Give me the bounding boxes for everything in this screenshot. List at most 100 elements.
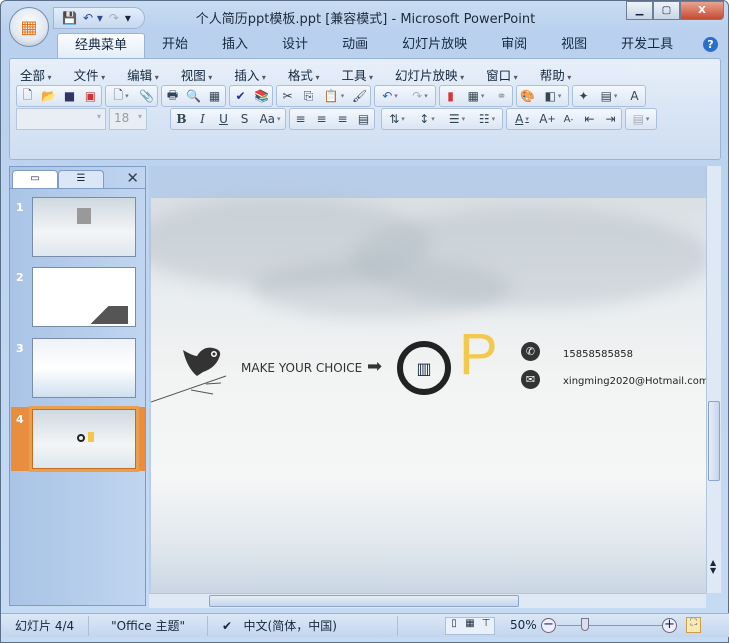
format-painter-icon[interactable]: 🖌 <box>349 86 370 106</box>
slide-canvas[interactable]: MAKE YOUR CHOICE ➡ ▥ P ✆ ✉ 15858585858 x… <box>149 198 706 593</box>
slide-sorter-icon[interactable]: ▦ <box>462 618 478 634</box>
table-icon[interactable]: ▦ <box>461 86 491 106</box>
powerpoint-window: ▦ 💾 ↶ ▾ ↷ ▾ 个人简历ppt模板.ppt [兼容模式] - Micro… <box>0 0 729 643</box>
italic-button[interactable]: I <box>192 109 213 129</box>
font-color-icon[interactable]: A <box>507 109 537 129</box>
zoom-slider-thumb[interactable] <box>581 618 589 631</box>
save-icon[interactable]: ■ <box>59 86 80 106</box>
line-spacing-icon[interactable]: ↕ <box>412 109 442 129</box>
tab-review[interactable]: 审阅 <box>484 33 544 59</box>
hyperlink-icon[interactable]: ⚭ <box>491 86 512 106</box>
align-left-button[interactable]: ≡ <box>290 109 311 129</box>
change-case-button[interactable]: Aa <box>255 109 285 129</box>
new-icon[interactable]: 🗋 <box>17 86 38 106</box>
slide-number: 2 <box>16 271 24 284</box>
permission-icon[interactable]: 🗋 <box>106 86 136 106</box>
menu-tools[interactable]: 工具 <box>341 65 373 84</box>
formatting-toolbar: 18 B I U S Aa ≡ ≡ ≡ ▤ ⇅ ↕ ☰ ☷ A A+ A- ⇤ … <box>16 108 657 130</box>
undo-icon[interactable]: ↶ <box>375 86 405 106</box>
help-icon[interactable]: ? <box>703 37 718 52</box>
tab-slideshow[interactable]: 幻灯片放映 <box>385 33 484 59</box>
attach-icon[interactable]: 📎 <box>136 86 157 106</box>
zoom-in-icon[interactable]: + <box>662 618 677 633</box>
spelling-icon[interactable]: ✔ <box>230 86 251 106</box>
align-center-button[interactable]: ≡ <box>311 109 332 129</box>
shrink-font-icon[interactable]: A- <box>558 109 579 129</box>
office-button[interactable]: ▦ <box>9 7 49 47</box>
color-scheme-icon[interactable]: 🎨 <box>517 86 538 106</box>
tab-classic-menu[interactable]: 经典菜单 <box>57 33 146 59</box>
outline-tab[interactable]: ☰ <box>58 170 104 188</box>
font-name-combo[interactable] <box>16 108 106 130</box>
print-preview-icon[interactable]: 🔍 <box>183 86 204 106</box>
tab-home[interactable]: 开始 <box>145 33 205 59</box>
menu-file[interactable]: 文件 <box>74 65 106 84</box>
underline-button[interactable]: U <box>213 109 234 129</box>
numbering-icon[interactable]: ☰ <box>442 109 472 129</box>
tab-insert[interactable]: 插入 <box>205 33 265 59</box>
slide-thumbnail-4[interactable] <box>29 406 139 472</box>
menu-insert[interactable]: 插入 <box>234 65 266 84</box>
slides-tab[interactable]: ▭ <box>12 170 58 188</box>
tab-animation[interactable]: 动画 <box>325 33 385 59</box>
minimize-button[interactable]: ▁ <box>626 1 653 20</box>
layout-icon[interactable]: ▤ <box>594 86 624 106</box>
tab-developer[interactable]: 开发工具 <box>604 33 690 59</box>
menu-format[interactable]: 格式 <box>288 65 320 84</box>
textbox-icon[interactable]: A <box>624 86 645 106</box>
justify-button[interactable]: ▤ <box>353 109 374 129</box>
tab-view[interactable]: 视图 <box>544 33 604 59</box>
slide-thumbnail-1[interactable] <box>32 197 136 257</box>
language-indicator[interactable]: ✔ 中文(简体，中国) <box>208 615 398 636</box>
slide-thumbnail-2[interactable] <box>32 267 136 327</box>
shadow-button[interactable]: S <box>234 109 255 129</box>
slide-counter: 幻灯片 4/4 <box>1 615 90 636</box>
font-size-combo[interactable]: 18 <box>109 108 147 130</box>
normal-view-icon[interactable]: ▯ <box>446 618 462 634</box>
decrease-indent-icon[interactable]: ⇤ <box>579 109 600 129</box>
chart-icon[interactable]: ▮ <box>440 86 461 106</box>
menu-edit[interactable]: 编辑 <box>127 65 159 84</box>
cut-icon[interactable]: ✂ <box>277 86 298 106</box>
redo-icon[interactable]: ↷ <box>405 86 435 106</box>
zoom-level[interactable]: 50% <box>510 618 537 632</box>
close-button[interactable]: X <box>680 1 724 20</box>
slideshow-view-icon[interactable]: ⊤ <box>478 618 494 634</box>
language-text: 中文(简体，中国) <box>243 618 337 633</box>
grow-font-icon[interactable]: A + <box>537 109 558 129</box>
prev-next-slide-icon[interactable]: ▲ ▼ <box>710 559 716 575</box>
text-direction-icon[interactable]: ⇅ <box>382 109 412 129</box>
open-icon[interactable]: 📂 <box>38 86 59 106</box>
print-icon[interactable]: 🖶 <box>162 86 183 106</box>
zoom-slider[interactable] <box>557 625 663 626</box>
zoom-out-icon[interactable]: − <box>541 618 556 633</box>
copy-icon[interactable]: ⎘ <box>298 86 319 106</box>
tagline-text: MAKE YOUR CHOICE <box>241 361 363 375</box>
slide-thumbnail-3[interactable] <box>32 338 136 398</box>
theme-name[interactable]: "Office 主题" <box>89 615 209 636</box>
menu-view[interactable]: 视图 <box>181 65 213 84</box>
tab-design[interactable]: 设计 <box>265 33 325 59</box>
bird-icon <box>183 347 221 376</box>
align-right-button[interactable]: ≡ <box>332 109 353 129</box>
publish-icon[interactable]: ▣ <box>80 86 101 106</box>
menu-window[interactable]: 窗口 <box>486 65 518 84</box>
menu-help[interactable]: 帮助 <box>540 65 572 84</box>
ribbon-tabs: 经典菜单 开始 插入 设计 动画 幻灯片放映 审阅 视图 开发工具 <box>57 33 690 59</box>
menu-all[interactable]: 全部 <box>20 65 52 84</box>
bullets-icon[interactable]: ☷ <box>472 109 502 129</box>
fit-to-window-icon[interactable]: ⛶ <box>686 617 701 633</box>
grid-icon[interactable]: ▦ <box>204 86 225 106</box>
design-icon[interactable]: ▤ <box>626 109 656 129</box>
increase-indent-icon[interactable]: ⇥ <box>600 109 621 129</box>
horizontal-scrollbar[interactable] <box>149 593 706 608</box>
vertical-scrollbar[interactable]: ▲ ▼ <box>706 166 721 593</box>
close-panel-icon[interactable]: ✕ <box>126 169 139 187</box>
new-slide-icon[interactable]: ✦ <box>573 86 594 106</box>
research-icon[interactable]: 📚 <box>251 86 272 106</box>
menu-slideshow[interactable]: 幻灯片放映 <box>395 65 464 84</box>
bold-button[interactable]: B <box>171 109 192 129</box>
grayscale-icon[interactable]: ◧ <box>538 86 568 106</box>
paste-icon[interactable]: 📋 <box>319 86 349 106</box>
restore-button[interactable]: ▢ <box>653 1 680 20</box>
